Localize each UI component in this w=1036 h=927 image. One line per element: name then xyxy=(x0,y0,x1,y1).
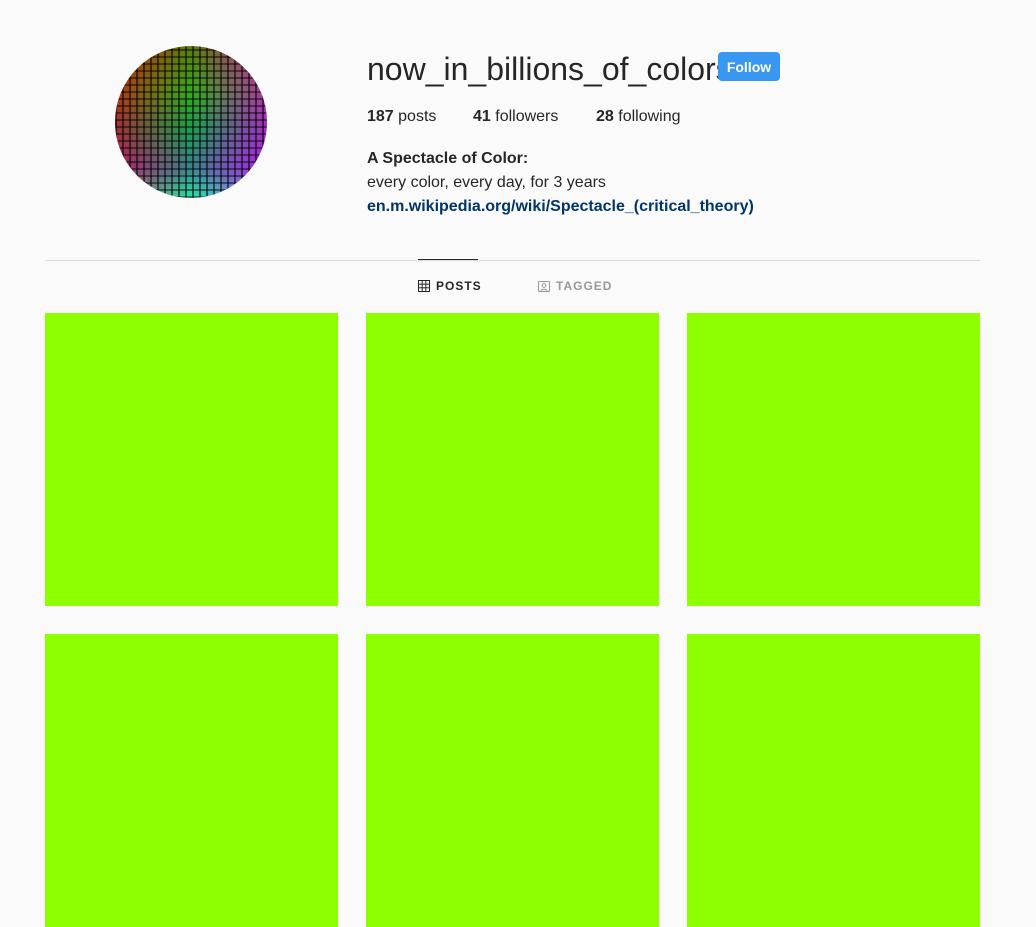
tabs-divider xyxy=(45,260,980,261)
post-tile[interactable] xyxy=(45,634,338,927)
bio-name: A Spectacle of Color: xyxy=(367,150,529,167)
post-tile[interactable] xyxy=(366,313,659,606)
profile-bio: A Spectacle of Color: every color, every… xyxy=(367,147,754,219)
followers-label: followers xyxy=(495,108,559,125)
profile-username: now_in_billions_of_colors xyxy=(367,51,732,87)
tab-posts[interactable]: POSTS xyxy=(418,259,481,312)
bio-link[interactable]: en.m.wikipedia.org/wiki/Spectacle_(criti… xyxy=(367,195,754,219)
tab-posts-label: POSTS xyxy=(436,279,482,293)
post-tile[interactable] xyxy=(687,313,980,606)
profile-avatar[interactable] xyxy=(115,46,267,198)
following-label: following xyxy=(618,108,681,125)
bio-text: every color, every day, for 3 years xyxy=(367,174,606,191)
posts-stat: 187 posts xyxy=(367,106,436,128)
tab-tagged[interactable]: TAGGED xyxy=(538,260,612,312)
post-tile[interactable] xyxy=(45,313,338,606)
grid-icon xyxy=(418,280,430,292)
followers-stat[interactable]: 41 followers xyxy=(473,106,558,128)
followers-count: 41 xyxy=(473,108,491,125)
posts-label: posts xyxy=(398,108,437,125)
follow-button[interactable]: Follow xyxy=(718,52,780,81)
posts-count: 187 xyxy=(367,108,394,125)
tab-tagged-label: TAGGED xyxy=(556,279,613,293)
tagged-icon xyxy=(538,280,550,292)
following-stat[interactable]: 28 following xyxy=(596,106,681,128)
post-tile[interactable] xyxy=(366,634,659,927)
post-tile[interactable] xyxy=(687,634,980,927)
following-count: 28 xyxy=(596,108,614,125)
